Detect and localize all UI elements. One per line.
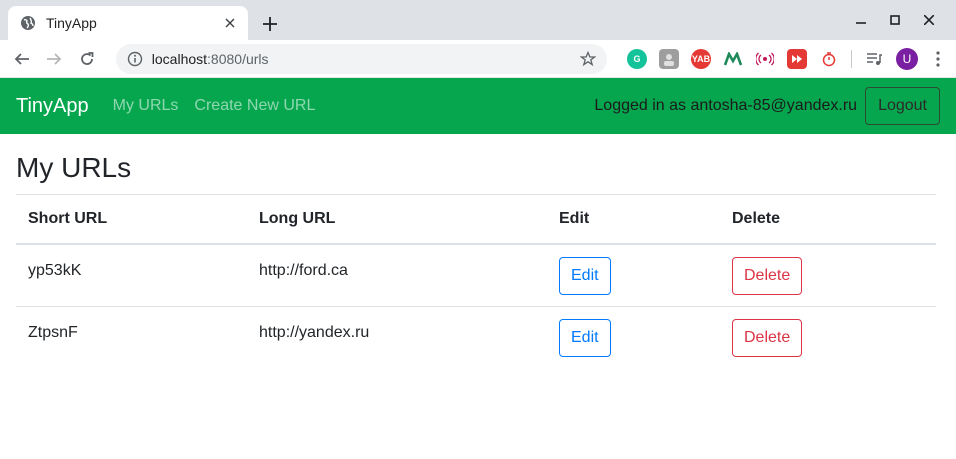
media-playlist-icon[interactable] <box>864 49 884 69</box>
edit-cell: Edit <box>547 243 720 307</box>
youtube-ext-icon[interactable] <box>786 48 807 69</box>
minimize-button[interactable] <box>844 8 878 32</box>
forward-button[interactable] <box>41 45 69 73</box>
bookmark-star-icon[interactable] <box>579 50 597 68</box>
yab-label: YAB <box>691 53 711 64</box>
close-tab-icon[interactable] <box>222 15 238 31</box>
extensions-area: G YAB U <box>621 47 948 71</box>
table-row: ZtpsnF http://yandex.ru Edit Delete <box>16 307 936 370</box>
long-url-cell: http://yandex.ru <box>247 307 547 370</box>
browser-tabstrip: TinyApp <box>0 0 956 40</box>
short-url-text[interactable]: yp53kK <box>28 245 235 280</box>
browser-toolbar: localhost:8080/urls G YAB U <box>0 40 956 78</box>
app-navbar: TinyApp My URLs Create New URL Logged in… <box>0 78 956 134</box>
url-path: :8080/urls <box>207 50 269 67</box>
grammarly-icon[interactable]: G <box>626 48 647 69</box>
profile-avatar[interactable]: U <box>895 47 918 70</box>
m-ext-icon[interactable] <box>723 49 743 69</box>
long-url-text: http://ford.ca <box>259 261 348 279</box>
url-text: localhost:8080/urls <box>152 51 579 67</box>
table-header-row: Short URL Long URL Edit Delete <box>16 194 936 245</box>
short-url-cell: ZtpsnF <box>16 307 247 370</box>
globe-icon <box>20 15 36 31</box>
page-content: My URLs Short URL Long URL Edit Delete y… <box>0 150 956 370</box>
timer-ext-icon[interactable] <box>819 49 839 69</box>
brand-link[interactable]: TinyApp <box>16 95 89 118</box>
back-button[interactable] <box>8 45 36 73</box>
info-icon[interactable] <box>126 50 144 68</box>
window-controls <box>844 8 946 32</box>
toolbar-divider <box>850 49 852 68</box>
long-url-text: http://yandex.ru <box>259 324 370 341</box>
short-url-text[interactable]: ZtpsnF <box>28 307 235 342</box>
header-delete: Delete <box>720 194 936 245</box>
logged-in-text: Logged in as antosha-85@yandex.ru <box>594 97 858 114</box>
long-url-cell: http://ford.ca <box>247 243 547 307</box>
maximize-button[interactable] <box>878 8 912 32</box>
address-bar[interactable]: localhost:8080/urls <box>115 43 607 74</box>
edit-button[interactable]: Edit <box>559 256 611 295</box>
delete-cell: Delete <box>720 243 936 307</box>
url-host: localhost <box>151 50 208 67</box>
short-url-cell: yp53kK <box>16 243 247 307</box>
browser-tab[interactable]: TinyApp <box>8 6 248 40</box>
edit-cell: Edit <box>547 307 720 370</box>
nav-user-area: Logged in as antosha-85@yandex.ru Logout <box>594 87 940 125</box>
tab-title: TinyApp <box>46 15 97 31</box>
nav-link-my-urls[interactable]: My URLs <box>113 97 179 115</box>
reload-button[interactable] <box>73 45 101 73</box>
header-short-url: Short URL <box>16 194 247 245</box>
edit-button[interactable]: Edit <box>559 319 611 357</box>
cast-ext-icon[interactable] <box>755 49 775 69</box>
logout-button[interactable]: Logout <box>865 87 940 125</box>
header-edit: Edit <box>547 194 720 245</box>
table-row: yp53kK http://ford.ca Edit Delete <box>16 243 936 307</box>
urls-table: Short URL Long URL Edit Delete yp53kK ht… <box>16 194 936 370</box>
delete-cell: Delete <box>720 307 936 370</box>
delete-button[interactable]: Delete <box>732 319 803 357</box>
profile-ext-icon[interactable] <box>658 48 679 69</box>
more-menu-icon[interactable] <box>928 47 948 71</box>
nav-link-create-new-url[interactable]: Create New URL <box>194 97 315 115</box>
close-window-button[interactable] <box>912 8 946 32</box>
new-tab-button[interactable] <box>258 12 282 36</box>
page-title: My URLs <box>16 152 132 183</box>
header-long-url: Long URL <box>247 194 547 245</box>
delete-button[interactable]: Delete <box>732 256 803 295</box>
yab-icon[interactable]: YAB <box>690 48 711 69</box>
